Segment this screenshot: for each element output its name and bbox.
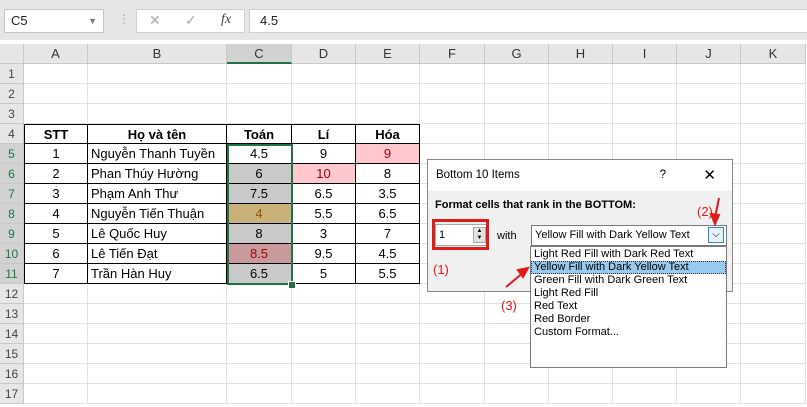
annotation-arrows <box>505 197 721 288</box>
arrow-head-icon <box>709 212 721 227</box>
